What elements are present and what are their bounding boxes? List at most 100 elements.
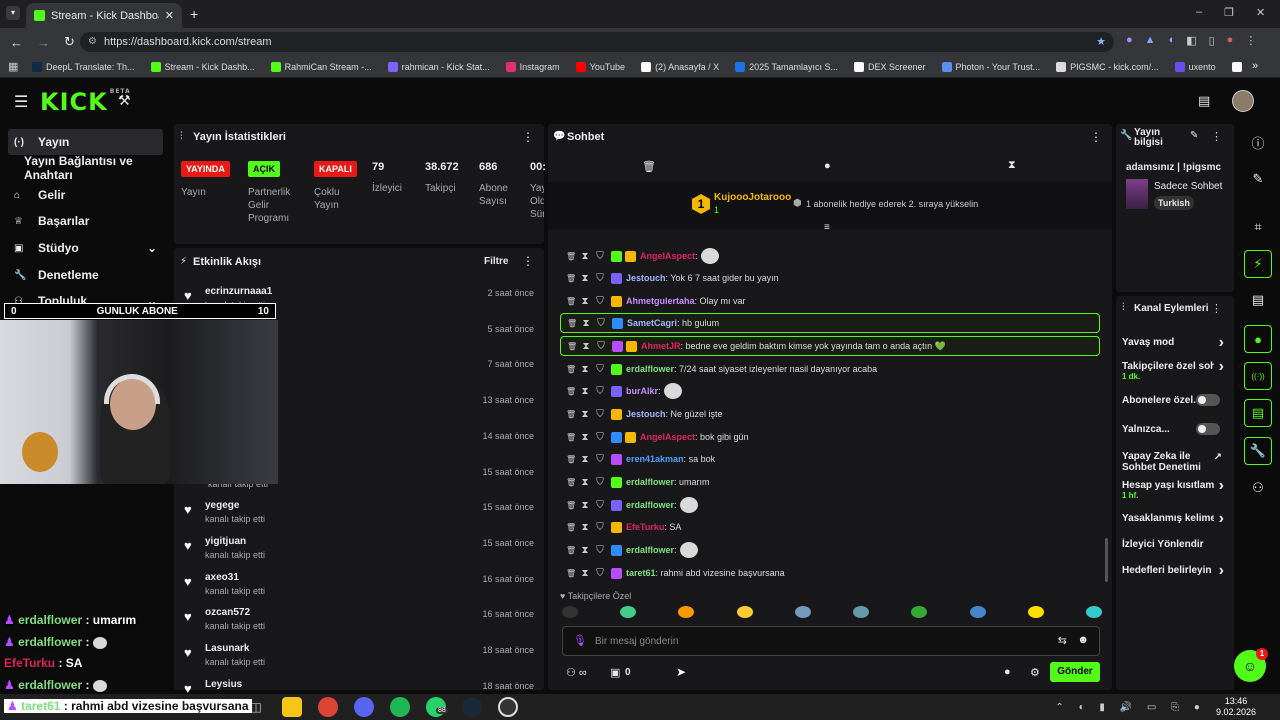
ban-shield-icon[interactable]: ⛉ xyxy=(596,386,604,397)
shop-small-icon[interactable]: ▣ xyxy=(610,666,620,679)
chat-username[interactable]: erdalflower xyxy=(626,545,674,555)
ban-shield-icon[interactable]: ⛉ xyxy=(596,409,604,420)
bookmark-star-icon[interactable]: ★ xyxy=(1096,32,1106,52)
hammer-icon[interactable]: ⚒ xyxy=(118,92,131,109)
chevron-down-icon[interactable]: ⌄ xyxy=(147,241,157,255)
category-name[interactable]: Sadece Sohbet xyxy=(1154,181,1222,192)
nav-item-0[interactable]: (·) Yayın xyxy=(8,129,163,155)
steam-icon[interactable] xyxy=(462,697,482,717)
chat-username[interactable]: erdalflower xyxy=(626,477,674,487)
bookmark-item[interactable]: (2) Anasayfa / X xyxy=(633,62,727,72)
chevron-right-icon[interactable]: › xyxy=(1219,334,1224,352)
activity-user[interactable]: yegege xyxy=(205,500,239,511)
delete-message-icon[interactable]: 🗑 xyxy=(566,433,576,442)
timeout-icon[interactable]: ⧗ xyxy=(581,477,589,488)
edit-pencil-icon[interactable]: ✎ xyxy=(1190,130,1198,141)
spotify-icon[interactable] xyxy=(390,697,410,717)
activity-user[interactable]: axeo31 xyxy=(205,572,239,583)
timeout-icon[interactable]: ⧗ xyxy=(581,545,589,556)
menu-kebab-icon[interactable]: ⋮ xyxy=(1245,34,1256,47)
sidebar-icon[interactable]: ▯ xyxy=(1209,34,1215,47)
bookmark-item[interactable]: Photon - Your Trust... xyxy=(934,62,1049,72)
chrome-icon[interactable] xyxy=(318,697,338,717)
channel-action-item[interactable]: Yapay Zeka ile Sohbet Denetimi ↗ xyxy=(1122,448,1230,473)
timeout-icon[interactable]: ⧗ xyxy=(581,432,589,443)
wrench-icon[interactable]: 🔧 xyxy=(1244,437,1272,465)
chat-username[interactable]: AngelAspect xyxy=(640,432,695,442)
chat-options-icon[interactable]: ● xyxy=(1004,666,1011,678)
emote-icon[interactable] xyxy=(1027,606,1044,618)
timeout-icon[interactable]: ⧗ xyxy=(582,341,590,352)
timeout-icon[interactable]: ⧗ xyxy=(581,296,589,307)
viewer-link-icon[interactable]: ⚇ ∞ xyxy=(566,666,587,679)
timeout-icon[interactable]: ⧗ xyxy=(581,454,589,465)
chat-username[interactable]: Ahmetgulertaha xyxy=(626,296,695,306)
emote-icon[interactable] xyxy=(911,606,928,618)
delete-message-icon[interactable]: 🗑 xyxy=(566,478,576,487)
profile-avatar-icon[interactable]: ● xyxy=(1227,34,1234,47)
chat-input[interactable]: 🎙 Bir mesaj gönderin ⇆ ☻ xyxy=(562,626,1100,656)
obs-icon[interactable] xyxy=(498,697,518,717)
actions-menu-icon[interactable]: ⋮ xyxy=(1211,302,1222,315)
chevron-right-icon[interactable]: › xyxy=(1219,562,1224,580)
tray-icons[interactable]: ⌃ ◐ ▮ 🔊 ▭ ⎘ ● xyxy=(1055,702,1206,713)
trash-icon[interactable]: 🗑 xyxy=(642,160,656,173)
info-icon[interactable]: ⓘ xyxy=(1244,128,1272,156)
chat-username[interactable]: erdalflower xyxy=(626,500,674,510)
close-tab-icon[interactable]: ✕ xyxy=(165,9,174,22)
toggle-switch[interactable] xyxy=(1196,394,1220,406)
chat-scrollbar[interactable] xyxy=(1105,538,1108,582)
expand-icon[interactable]: ≡ xyxy=(824,222,830,233)
bookmark-item[interactable]: YouTube xyxy=(568,62,633,72)
delete-message-icon[interactable]: 🗑 xyxy=(566,523,576,532)
delete-message-icon[interactable]: 🗑 xyxy=(566,546,576,555)
storage-icon[interactable]: ▤ xyxy=(1244,399,1272,427)
timeout-icon[interactable]: ⧗ xyxy=(581,568,589,579)
timeout-icon[interactable]: ⧗ xyxy=(581,273,589,284)
ban-shield-icon[interactable]: ⛉ xyxy=(597,318,605,329)
delete-message-icon[interactable]: 🗑 xyxy=(566,501,576,510)
channel-action-item[interactable]: Takipçilere özel soh 1 dk. › xyxy=(1122,358,1230,381)
ban-shield-icon[interactable]: ⛉ xyxy=(596,296,604,307)
nav-item-2[interactable]: ⌂ Gelir xyxy=(8,182,163,208)
ban-shield-icon[interactable]: ⛉ xyxy=(596,500,604,511)
tab-list-button[interactable]: ▾ xyxy=(6,6,20,20)
emote-icon[interactable] xyxy=(794,606,811,618)
ban-shield-icon[interactable]: ⛉ xyxy=(596,273,604,284)
timeout-icon[interactable]: ⧗ xyxy=(581,409,589,420)
chevron-right-icon[interactable]: › xyxy=(1219,510,1224,528)
bolt-icon[interactable]: ⚡ xyxy=(1244,250,1272,278)
send-button[interactable]: Gönder xyxy=(1050,662,1100,682)
channel-action-item[interactable]: Hesap yaşı kısıtlama 1 hf. › xyxy=(1122,477,1230,500)
chat-username[interactable]: burAlkr xyxy=(626,386,658,396)
new-tab-button[interactable]: + xyxy=(190,6,198,22)
hamburger-menu-icon[interactable]: ☰ xyxy=(14,92,28,112)
delete-message-icon[interactable]: 🗑 xyxy=(566,252,576,261)
back-icon[interactable]: ← xyxy=(10,35,23,50)
maximize-icon[interactable]: ❐ xyxy=(1224,6,1234,19)
ban-shield-icon[interactable]: ⛉ xyxy=(596,545,604,556)
more-bookmarks-icon[interactable]: » xyxy=(1252,60,1258,72)
bookmark-item[interactable]: Stream - Kick Dashb... xyxy=(143,62,263,72)
bookmark-item[interactable]: DeepL Translate: Th... xyxy=(24,62,143,72)
chat-username[interactable]: eren41akman xyxy=(626,454,684,464)
stats-menu-icon[interactable]: ⋮ xyxy=(522,130,534,144)
activity-user[interactable]: yigitjuan xyxy=(205,536,246,547)
nav-item-3[interactable]: ♕ Başarılar xyxy=(8,208,163,234)
emote-icon[interactable] xyxy=(1085,606,1102,618)
forward-icon[interactable]: → xyxy=(37,35,50,50)
mic-icon[interactable]: 🎙 xyxy=(573,634,587,647)
chat-username[interactable]: taret61 xyxy=(626,568,656,578)
address-bar[interactable]: ⚙ https://dashboard.kick.com/stream ★ xyxy=(80,32,1114,52)
chat-username[interactable]: Jestouch xyxy=(626,409,666,419)
ban-shield-icon[interactable]: ⛉ xyxy=(596,522,604,533)
shop-icon[interactable]: ▤ xyxy=(1198,93,1210,109)
emoji-icon[interactable]: ☻ xyxy=(1077,634,1089,646)
puzzle-icon[interactable]: ◧ xyxy=(1186,34,1196,47)
chat-menu-icon[interactable]: ⋮ xyxy=(1090,130,1102,144)
community-icon[interactable]: ⚇ xyxy=(1244,474,1272,502)
activity-user[interactable]: Leysius xyxy=(205,679,242,690)
translate-icon[interactable]: ⇆ xyxy=(1058,634,1067,647)
chat-username[interactable]: EfeTurku xyxy=(626,522,664,532)
delete-message-icon[interactable]: 🗑 xyxy=(566,455,576,464)
